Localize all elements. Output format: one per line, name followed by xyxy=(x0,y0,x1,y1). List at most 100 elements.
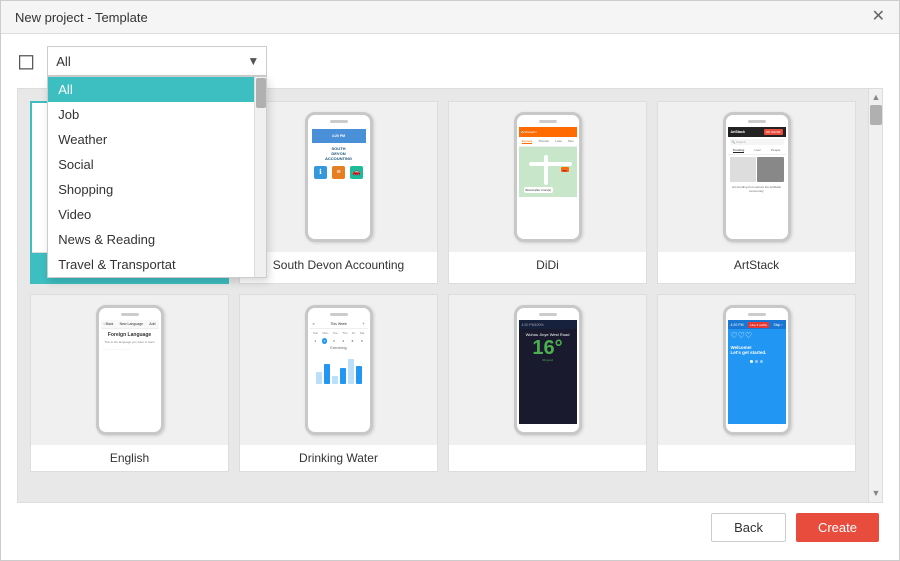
water-bar-1 xyxy=(316,372,322,384)
category-select[interactable]: All Job Weather Social Shopping Video Ne… xyxy=(47,46,267,76)
water-day-5: 5 xyxy=(350,338,356,344)
air-number: 16° xyxy=(519,338,577,358)
template-english[interactable]: ‹ BackNew LanguageAdd Foreign Language T… xyxy=(30,294,229,472)
scroll-up-icon[interactable]: ▲ xyxy=(870,90,882,104)
close-button[interactable]: ✕ xyxy=(872,9,885,25)
water-chart xyxy=(310,351,368,386)
sda-header: 4:20 PM xyxy=(312,129,366,143)
didi-bar: 🏠ChangFu xyxy=(519,127,577,137)
didi-tab-luxe: Luxe xyxy=(555,139,562,144)
phone-icon: ◻ xyxy=(17,48,35,74)
english-title: Foreign Language xyxy=(101,329,159,339)
air-quality-mockup: 4:20 PM 100% Wuhou Jinye West Road 16° 9… xyxy=(514,305,582,435)
sda-screen: 4:20 PM SOUTHDEVONACCOUNTING ℹ ≡ 🚗 xyxy=(310,127,368,231)
footer: Back Create xyxy=(17,503,883,546)
english-label: English xyxy=(31,445,228,471)
onboard-hearts-icon: ♡♡♡ xyxy=(731,331,753,340)
air-label: 99 good xyxy=(519,358,577,362)
english-bar: ‹ BackNew LanguageAdd xyxy=(101,320,159,329)
artstack-img-2 xyxy=(757,157,784,182)
onboard-bar: 4:20 PM Like 3 outfits Skip › xyxy=(728,320,786,329)
onboarding-mockup: 4:20 PM Like 3 outfits Skip › ♡♡♡ Welcom… xyxy=(723,305,791,435)
dropdown-item-all[interactable]: All xyxy=(48,77,266,102)
artstack-bar: ArtStack ON SHOW xyxy=(728,127,786,137)
didi-mockup: 🏠ChangFu Express Premier Luxe Taxi xyxy=(514,112,582,242)
dropdown-item-job[interactable]: Job xyxy=(48,102,266,127)
back-button[interactable]: Back xyxy=(711,513,786,542)
artstack-logo: ArtStack xyxy=(731,130,745,134)
artstack-screen: ArtStack ON SHOW 🔍 Search Trending Live!… xyxy=(728,127,786,231)
template-air-quality[interactable]: 4:20 PM 100% Wuhou Jinye West Road 16° 9… xyxy=(448,294,647,472)
title-bar: New project - Template ✕ xyxy=(1,1,899,34)
artstack-search: 🔍 Search xyxy=(730,139,784,145)
sda-icon-1: ℹ xyxy=(314,166,327,179)
dropdown-menu[interactable]: All Job Weather Social Shopping Video Ne… xyxy=(47,76,267,278)
didi-road-v xyxy=(544,155,548,185)
didi-preview: 🏠ChangFu Express Premier Luxe Taxi xyxy=(449,102,646,252)
didi-tab-premier: Premier xyxy=(539,139,550,144)
dropdown-item-video[interactable]: Video xyxy=(48,202,266,227)
scroll-thumb[interactable] xyxy=(870,105,882,125)
air-quality-label xyxy=(449,445,646,457)
template-didi[interactable]: 🏠ChangFu Express Premier Luxe Taxi xyxy=(448,101,647,284)
dropdown-item-news[interactable]: News & Reading xyxy=(48,227,266,252)
air-bar: 4:20 PM 100% xyxy=(519,320,577,329)
english-preview: ‹ BackNew LanguageAdd Foreign Language T… xyxy=(31,295,228,445)
didi-screen: 🏠ChangFu Express Premier Luxe Taxi xyxy=(519,127,577,231)
onboarding-preview: 4:20 PM Like 3 outfits Skip › ♡♡♡ Welcom… xyxy=(658,295,855,445)
water-day-3: 3 xyxy=(331,338,337,344)
english-screen: ‹ BackNew LanguageAdd Foreign Language T… xyxy=(101,320,159,424)
onboard-screen: 4:20 PM Like 3 outfits Skip › ♡♡♡ Welcom… xyxy=(728,320,786,424)
sda-icon-3: 🚗 xyxy=(350,166,363,179)
dropdown-scroll-thumb xyxy=(256,78,266,108)
english-body: ................................ xyxy=(101,345,159,353)
water-bar-4 xyxy=(340,368,346,384)
water-bar-3 xyxy=(332,376,338,384)
artstack-images xyxy=(730,157,784,182)
dropdown-item-shopping[interactable]: Shopping xyxy=(48,177,266,202)
scroll-down-icon[interactable]: ▼ xyxy=(870,486,882,500)
create-button[interactable]: Create xyxy=(796,513,879,542)
artstack-img-1 xyxy=(730,157,757,182)
dot-3 xyxy=(760,360,763,363)
main-content: ◻ All Job Weather Social Shopping Video … xyxy=(1,34,899,558)
artstack-on-air: ON SHOW xyxy=(764,129,783,135)
drinking-water-label: Drinking Water xyxy=(240,445,437,471)
template-onboarding[interactable]: 4:20 PM Like 3 outfits Skip › ♡♡♡ Welcom… xyxy=(657,294,856,472)
dot-2 xyxy=(755,360,758,363)
dropdown-item-social[interactable]: Social xyxy=(48,152,266,177)
water-bar-6 xyxy=(356,366,362,384)
air-screen: 4:20 PM 100% Wuhou Jinye West Road 16° 9… xyxy=(519,320,577,424)
water-day-2: 2 xyxy=(322,338,328,344)
didi-map: 🚗 Board after 2min(s) xyxy=(519,147,577,197)
onboarding-label xyxy=(658,445,855,457)
didi-car-icon: 🚗 xyxy=(561,167,569,172)
water-week-header: SunMonTueThuFriSat xyxy=(310,329,368,337)
water-day-6: 6 xyxy=(359,338,365,344)
artstack-text: Art trending from across the ArtStack co… xyxy=(728,184,786,194)
onboard-body-text: Welcome!Let's get started. xyxy=(728,342,786,358)
grid-scrollbar[interactable]: ▲ ▼ xyxy=(868,89,882,502)
toolbar: ◻ All Job Weather Social Shopping Video … xyxy=(17,46,883,76)
south-devon-preview: 4:20 PM SOUTHDEVONACCOUNTING ℹ ≡ 🚗 xyxy=(240,102,437,252)
dropdown-item-weather[interactable]: Weather xyxy=(48,127,266,152)
dropdown-container[interactable]: All Job Weather Social Shopping Video Ne… xyxy=(47,46,267,76)
template-artstack[interactable]: ArtStack ON SHOW 🔍 Search Trending Live!… xyxy=(657,101,856,284)
artstack-label: ArtStack xyxy=(658,252,855,278)
water-day-1: 1 xyxy=(312,338,318,344)
water-bar-2 xyxy=(324,364,330,384)
artstack-tabs: Trending Live! People xyxy=(728,147,786,155)
dropdown-item-travel[interactable]: Travel & Transportat xyxy=(48,252,266,277)
template-south-devon[interactable]: 4:20 PM SOUTHDEVONACCOUNTING ℹ ≡ 🚗 South… xyxy=(239,101,438,284)
water-day-4: 4 xyxy=(340,338,346,344)
water-calendar-row: 1 2 3 4 5 6 xyxy=(310,337,368,345)
didi-label: DiDi xyxy=(449,252,646,278)
dropdown-scrollbar xyxy=(254,77,266,277)
template-drinking-water[interactable]: ≡This Week+ SunMonTueThuFriSat 1 2 3 4 5 xyxy=(239,294,438,472)
drinking-water-mockup: ≡This Week+ SunMonTueThuFriSat 1 2 3 4 5 xyxy=(305,305,373,435)
artstack-tab-people: People xyxy=(771,148,780,153)
water-bar: ≡This Week+ xyxy=(310,320,368,329)
sda-icons: ℹ ≡ 🚗 xyxy=(312,166,366,179)
didi-tab-express: Express xyxy=(522,139,533,144)
english-mockup: ‹ BackNew LanguageAdd Foreign Language T… xyxy=(96,305,164,435)
